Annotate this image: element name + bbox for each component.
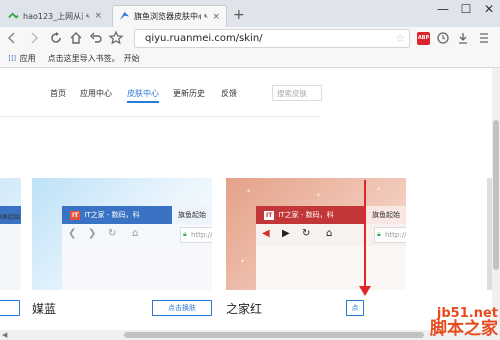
partial-body	[0, 224, 21, 290]
nav-item-history[interactable]: 更新历史	[173, 88, 205, 99]
horizontal-scrollbar[interactable]: ◀	[0, 330, 492, 340]
apply-skin-button[interactable]: 点击换肤	[152, 300, 212, 316]
home-icon: ⌂	[326, 228, 333, 239]
minimize-button[interactable]: —	[432, 2, 454, 16]
back-icon: ◀	[262, 228, 270, 239]
forward-icon[interactable]	[26, 30, 42, 46]
bookmarks-bar: ⁞⁞⁞ 应用 点击这里导入书签。 开始	[0, 50, 500, 68]
preview-url-text: http://	[191, 231, 212, 239]
annotation-arrow-line	[364, 180, 366, 288]
home-icon[interactable]	[68, 30, 84, 46]
preview-tab-title: IT之家 - 数码，科	[278, 211, 334, 219]
qiyu-favicon-icon	[119, 11, 130, 21]
tab-strip: hao123_上网从这里开 🔇︎ × 旗鱼浏览器皮肤中心 🔇︎ × + — ☐ …	[0, 0, 500, 27]
tab-hao123[interactable]: hao123_上网从这里开 🔇︎ ×	[2, 5, 108, 27]
vertical-scrollbar[interactable]	[492, 68, 500, 340]
nav-item-feedback[interactable]: 反馈	[221, 88, 237, 99]
undo-close-tab-icon[interactable]	[88, 30, 104, 46]
close-icon[interactable]: ×	[94, 11, 102, 21]
history-clock-icon[interactable]	[435, 30, 451, 46]
forward-icon: ▶	[282, 228, 290, 239]
watermark-brand: 脚本之家	[430, 319, 498, 339]
sparkle-icon: ✦	[316, 192, 322, 199]
close-icon[interactable]: ×	[212, 12, 220, 22]
reload-icon[interactable]	[48, 30, 64, 46]
back-icon[interactable]	[4, 30, 20, 46]
tab-title: hao123_上网从这里开	[23, 11, 83, 21]
maximize-button[interactable]: ☐	[455, 2, 477, 16]
nav-divider	[0, 116, 320, 117]
page-content: 首页 应用中心 皮肤中心 更新历史 反馈 搜索皮肤 旗鱼起始 IT IT之家 -…	[0, 68, 492, 330]
site-navigation: 首页 应用中心 皮肤中心 更新历史 反馈 搜索皮肤	[0, 68, 492, 108]
skin-card-partial[interactable]: 旗鱼起始	[0, 178, 21, 290]
adblock-icon[interactable]: ABP	[417, 32, 430, 45]
tab-skin-center[interactable]: 旗鱼浏览器皮肤中心 🔇︎ ×	[112, 5, 227, 27]
preview-toolbar: ❮ ❯ ↻ ⌂ 🔒︎ http://	[62, 224, 212, 246]
nav-item-home[interactable]: 首页	[50, 88, 66, 99]
nav-item-skins[interactable]: 皮肤中心	[127, 88, 159, 103]
preview-url: 🔒︎ http://	[374, 227, 406, 243]
nav-item-apps[interactable]: 应用中心	[80, 88, 112, 99]
it-badge: IT	[70, 210, 81, 220]
preview-toolbar: ◀ ▶ ↻ ⌂ 🔒︎ http://	[256, 224, 406, 246]
skin-card-blue[interactable]: IT IT之家 - 数码，科 旗鱼起始 ❮ ❯ ↻ ⌂ 🔒︎ http://	[32, 178, 212, 290]
speaker-muted-icon[interactable]: 🔇︎	[204, 12, 208, 21]
skin-name: 之家红	[226, 302, 263, 316]
apps-link[interactable]: 应用	[20, 53, 36, 64]
url-text: qiyu.ruanmei.com/skin/	[145, 33, 263, 44]
lock-icon: 🔒︎	[377, 230, 381, 238]
vertical-scrollbar-thumb[interactable]	[493, 120, 499, 270]
skin-card-red[interactable]: ✦ ✦ ✦ ✦ IT IT之家 - 数码，科 旗鱼起始 ◀ ▶ ↻ ⌂ 🔒︎ h…	[226, 178, 406, 290]
preview-tab-title: IT之家 - 数码，科	[84, 211, 140, 219]
it-badge: IT	[264, 210, 275, 220]
back-icon: ❮	[68, 228, 77, 239]
search-input[interactable]: 搜索皮肤	[272, 85, 322, 101]
preview-url-text: http://	[385, 231, 406, 239]
watermark: jb51.net 脚本之家	[430, 307, 498, 338]
star-icon[interactable]: ☆	[395, 32, 405, 45]
speaker-muted-icon[interactable]: 🔇︎	[86, 12, 90, 21]
hao123-favicon-icon	[8, 11, 19, 19]
bookmark-star-icon[interactable]	[108, 30, 124, 46]
reload-icon: ↻	[108, 228, 117, 239]
menu-icon[interactable]	[476, 30, 492, 46]
reload-icon: ↻	[302, 228, 311, 239]
navigation-bar: qiyu.ruanmei.com/skin/ ☆ ABP	[0, 27, 500, 50]
preview-body	[62, 246, 212, 290]
scroll-left-icon[interactable]: ◀	[2, 330, 7, 340]
start-link[interactable]: 开始	[124, 53, 140, 64]
sparkle-icon: ✦	[240, 258, 246, 265]
apply-skin-button[interactable]: 点	[346, 300, 364, 316]
download-icon[interactable]	[455, 30, 471, 46]
preview-tab-secondary: 旗鱼起始	[366, 206, 406, 224]
sparkle-icon: ✦	[376, 186, 382, 193]
import-bookmarks-link[interactable]: 点击这里导入书签。	[48, 53, 120, 64]
home-icon: ⌂	[132, 228, 139, 239]
skin-name: 媒蓝	[32, 302, 57, 316]
preview-url: 🔒︎ http://	[180, 227, 212, 243]
preview-tab-secondary: 旗鱼起始	[172, 206, 212, 224]
new-tab-button[interactable]: +	[233, 8, 245, 22]
preview-body	[256, 246, 406, 290]
lock-icon: 🔒︎	[183, 230, 187, 238]
address-bar[interactable]: qiyu.ruanmei.com/skin/ ☆	[134, 29, 410, 48]
forward-icon: ❯	[88, 228, 97, 239]
apps-grid-icon[interactable]: ⁞⁞⁞	[8, 54, 17, 64]
tab-title: 旗鱼浏览器皮肤中心	[134, 12, 202, 21]
horizontal-scrollbar-thumb[interactable]	[124, 332, 424, 338]
close-window-button[interactable]: ✕	[478, 2, 500, 16]
sparkle-icon: ✦	[246, 188, 252, 195]
annotation-arrow-head	[359, 286, 371, 296]
partial-text: 旗鱼起始	[0, 214, 21, 221]
apply-skin-button[interactable]	[0, 300, 20, 316]
